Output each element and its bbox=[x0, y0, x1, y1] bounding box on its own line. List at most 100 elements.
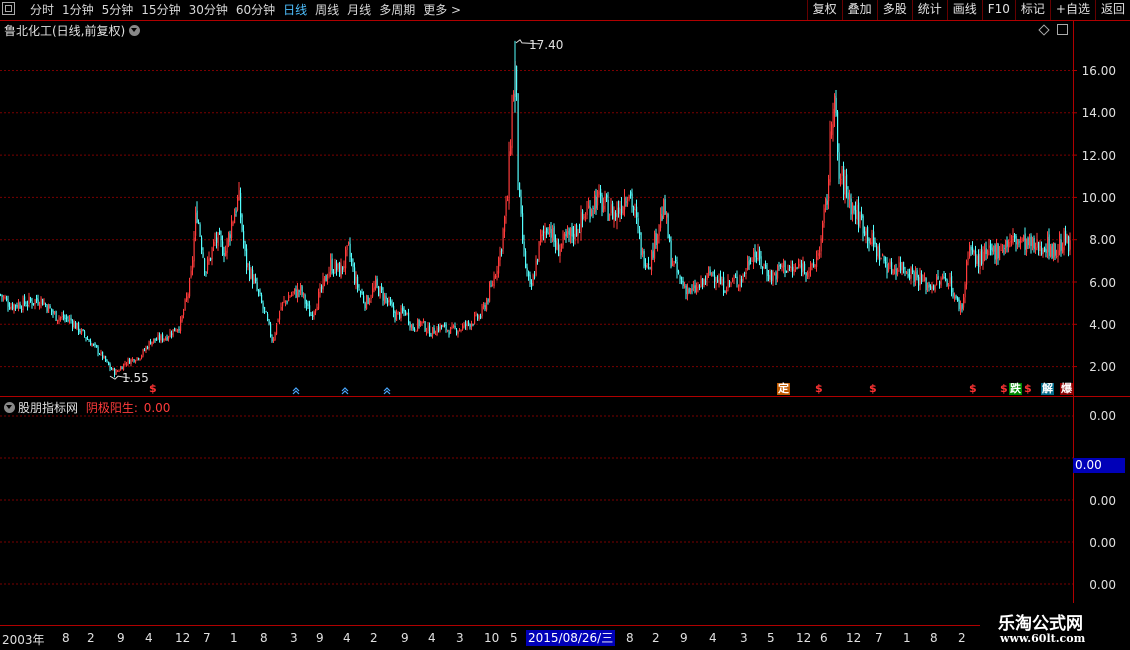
candle-body bbox=[534, 276, 536, 278]
candle-body bbox=[7, 300, 9, 307]
candle-body bbox=[778, 264, 780, 267]
candle-body bbox=[66, 316, 68, 319]
candle-body bbox=[753, 251, 755, 262]
y-tick-label: 16.00 bbox=[1081, 64, 1116, 78]
candle-body bbox=[384, 295, 386, 303]
candle-body bbox=[789, 266, 791, 269]
candle-body bbox=[744, 272, 746, 274]
candle-body bbox=[357, 276, 359, 288]
candlestick-chart[interactable] bbox=[0, 0, 1130, 630]
candle-body bbox=[640, 232, 642, 256]
watermark-url: www.60lt.com bbox=[1000, 632, 1086, 645]
indicator-title[interactable]: 股朋指标网 阴极阳生: 0.00 bbox=[4, 399, 170, 416]
candle-body bbox=[109, 364, 111, 369]
candle-body bbox=[1036, 239, 1038, 248]
candle-body bbox=[526, 267, 528, 271]
candle-body bbox=[70, 318, 72, 321]
candle-body bbox=[684, 286, 686, 288]
candle-body bbox=[24, 296, 26, 305]
candle-body bbox=[178, 329, 180, 331]
candle-body bbox=[930, 286, 932, 290]
candle-body bbox=[978, 253, 980, 268]
candle-body bbox=[838, 152, 840, 179]
candle-body bbox=[3, 296, 5, 298]
candle-body bbox=[948, 285, 950, 287]
candle-body bbox=[601, 195, 603, 212]
candle-body bbox=[1068, 236, 1070, 252]
x-tick-label: 2 bbox=[652, 631, 660, 645]
candle-body bbox=[904, 271, 906, 273]
candle-body bbox=[574, 224, 576, 241]
buy-arrow-icon bbox=[383, 387, 391, 395]
candle-body bbox=[507, 199, 509, 201]
candle-body bbox=[903, 262, 905, 270]
candle-body bbox=[708, 271, 710, 273]
candle-body bbox=[1066, 234, 1068, 244]
candle-body bbox=[51, 308, 53, 312]
candle-body bbox=[570, 228, 572, 237]
candle-body bbox=[165, 338, 167, 340]
candle-body bbox=[801, 263, 803, 273]
x-tick-label: 1 bbox=[230, 631, 238, 645]
candle-body bbox=[868, 238, 870, 244]
candle-body bbox=[766, 269, 768, 277]
candle-body bbox=[510, 145, 512, 155]
candle-body bbox=[781, 265, 783, 269]
candle-body bbox=[1051, 243, 1053, 259]
candle-body bbox=[759, 249, 761, 259]
x-tick-label: 2003年 bbox=[2, 633, 45, 647]
candle-body bbox=[450, 327, 452, 334]
x-tick-label: 12 bbox=[175, 631, 191, 645]
candle-body bbox=[162, 334, 164, 341]
candle-body bbox=[975, 250, 977, 264]
candle-body bbox=[174, 327, 176, 332]
candle-body bbox=[697, 285, 699, 288]
candle-body bbox=[961, 303, 963, 309]
candle-body bbox=[808, 271, 810, 273]
candle-body bbox=[925, 277, 927, 291]
candle-body bbox=[252, 269, 254, 285]
y-tick-label: 2.00 bbox=[1089, 360, 1116, 374]
candle-body bbox=[777, 265, 779, 279]
candle-body bbox=[615, 213, 617, 217]
x-tick-label: 2 bbox=[958, 631, 966, 645]
candle-body bbox=[202, 252, 204, 257]
candle-body bbox=[111, 368, 113, 370]
candle-body bbox=[126, 364, 128, 366]
candle-body bbox=[1000, 249, 1002, 251]
candle-body bbox=[810, 263, 812, 271]
candle-body bbox=[718, 278, 720, 285]
candle-body bbox=[63, 314, 65, 319]
candle-body bbox=[345, 249, 347, 269]
candle-body bbox=[717, 280, 719, 283]
candle-body bbox=[960, 304, 962, 311]
candle-body bbox=[1002, 249, 1004, 253]
candle-body bbox=[714, 275, 716, 282]
candle-body bbox=[541, 230, 543, 237]
candle-body bbox=[736, 276, 738, 285]
indicator-value: 0.00 bbox=[143, 401, 171, 415]
candle-body bbox=[922, 279, 924, 281]
candle-body bbox=[621, 205, 623, 214]
candle-body bbox=[223, 252, 225, 257]
candle-body bbox=[735, 277, 737, 279]
candle-body bbox=[436, 327, 438, 336]
candle-body bbox=[36, 297, 38, 301]
candle-body bbox=[645, 265, 647, 268]
candle-body bbox=[1044, 248, 1046, 252]
candle-body bbox=[1060, 240, 1062, 251]
candle-body bbox=[984, 249, 986, 255]
candle-body bbox=[955, 295, 957, 298]
candle-body bbox=[1029, 237, 1031, 246]
candle-body bbox=[304, 294, 306, 304]
candle-body bbox=[295, 289, 297, 298]
x-tick-label: 2 bbox=[370, 631, 378, 645]
chevron-down-icon[interactable] bbox=[4, 402, 15, 413]
candle-body bbox=[277, 320, 279, 322]
candle-body bbox=[48, 304, 50, 313]
candle-body bbox=[669, 236, 671, 242]
candle-body bbox=[901, 262, 903, 271]
candle-body bbox=[900, 262, 902, 271]
candle-body bbox=[337, 263, 339, 269]
candle-body bbox=[783, 260, 785, 268]
